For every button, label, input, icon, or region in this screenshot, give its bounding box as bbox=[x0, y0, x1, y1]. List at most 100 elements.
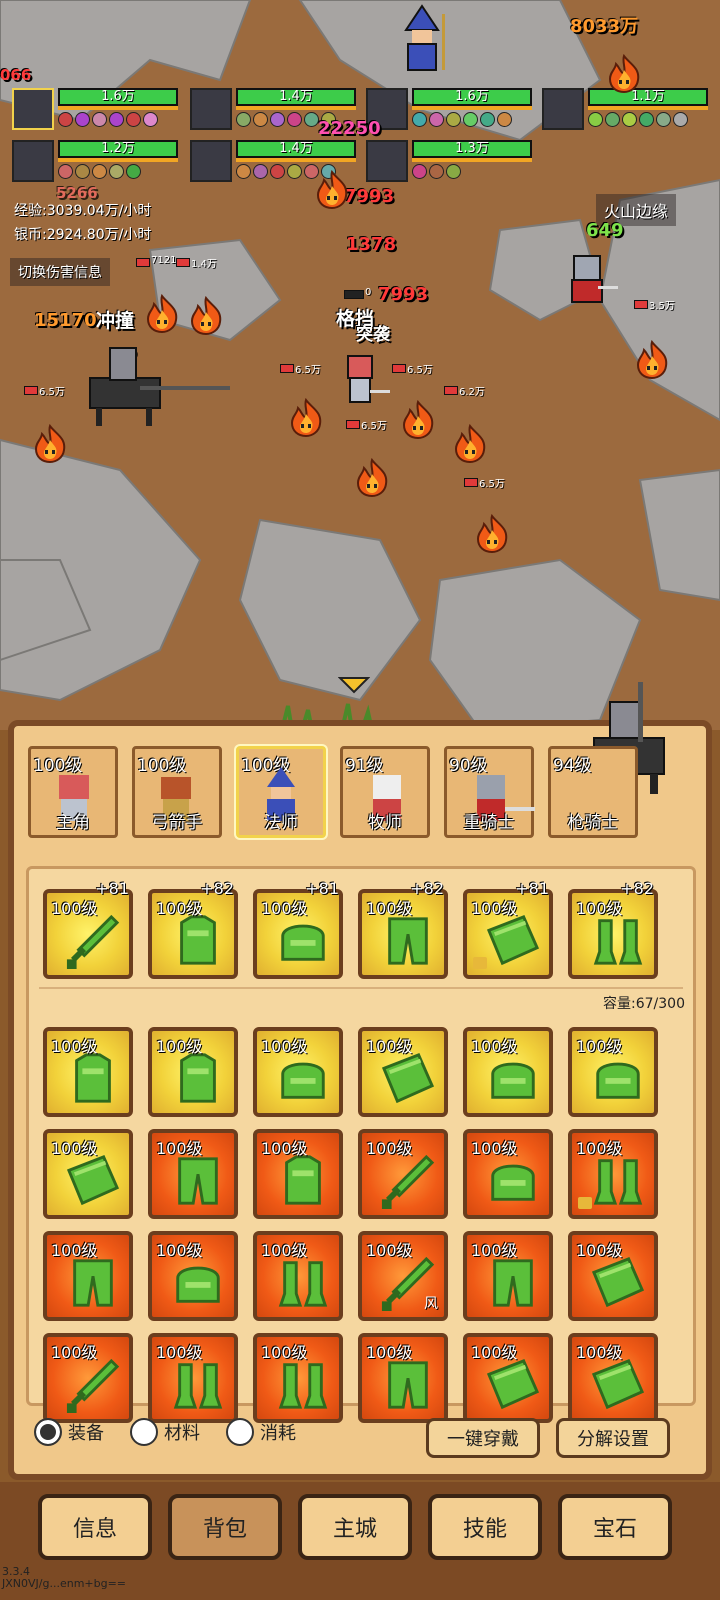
battle-field: 1.6万 1.4万 1.6万 1.1万 1.2万 1.4万 1.3万 经验:30… bbox=[0, 0, 720, 730]
hero-name: 枪骑士 bbox=[567, 813, 619, 833]
damage-number: 22250 bbox=[318, 118, 381, 139]
fire-enemy[interactable] bbox=[450, 424, 490, 464]
item-level: 100级 bbox=[471, 899, 518, 918]
item-slot-bracer[interactable]: 100级 bbox=[568, 1333, 658, 1423]
item-slot-boots[interactable]: 100级 bbox=[253, 1231, 343, 1321]
nav-main-city[interactable]: 主城 bbox=[298, 1494, 412, 1560]
item-slot-helmet[interactable]: 100级 bbox=[148, 1231, 238, 1321]
item-slot-bracer[interactable]: 100级 bbox=[43, 1129, 133, 1219]
helmet-icon bbox=[491, 1062, 535, 1099]
item-slot-boots[interactable]: 100级 +82 bbox=[568, 879, 658, 979]
item-slot-armor[interactable]: 100级 +82 bbox=[148, 879, 238, 979]
item-slot-sword[interactable]: 100级 bbox=[358, 1129, 448, 1219]
hero-card-mage[interactable]: 100级 法师 bbox=[236, 746, 326, 838]
item-slot-boots[interactable]: 100级 bbox=[568, 1129, 658, 1219]
armor-icon bbox=[75, 1053, 111, 1103]
nav-bag[interactable]: 背包 bbox=[168, 1494, 282, 1560]
nav-skills[interactable]: 技能 bbox=[428, 1494, 542, 1560]
fire-enemy[interactable] bbox=[142, 294, 182, 334]
item-slot-sword[interactable]: 100级风 bbox=[358, 1231, 448, 1321]
nav-gems[interactable]: 宝石 bbox=[558, 1494, 672, 1560]
hero-selector: 100级 主角 100级 弓箭手 100级 法师 91级 牧师 90级 重骑士 … bbox=[28, 746, 692, 850]
enhance-level: +81 bbox=[305, 879, 339, 898]
hero-level: 94级 bbox=[553, 756, 592, 776]
party-frame-1[interactable]: 1.6万 bbox=[12, 88, 184, 138]
item-slot-helmet[interactable]: 100级 bbox=[253, 1027, 343, 1117]
filter-materials[interactable]: 材料 bbox=[130, 1418, 200, 1446]
item-slot-bracer[interactable]: 100级 bbox=[568, 1231, 658, 1321]
enemy-hp-bar: 6.2万 bbox=[444, 386, 485, 398]
item-slot-pants[interactable]: 100级 bbox=[463, 1231, 553, 1321]
armor-icon bbox=[285, 1155, 321, 1205]
boots-icon bbox=[593, 919, 643, 965]
item-slot-helmet[interactable]: 100级 bbox=[463, 1129, 553, 1219]
item-slot-boots[interactable]: 100级 bbox=[148, 1333, 238, 1423]
pants-icon bbox=[388, 917, 428, 965]
version-info: 3.3.4 JXN0VJ/g...enm+bg== bbox=[2, 1565, 127, 1590]
equip-all-button[interactable]: 一键穿戴 bbox=[426, 1418, 540, 1458]
lancer-knight-sprite bbox=[89, 347, 230, 426]
buff-icons bbox=[58, 112, 158, 127]
hero-card-lancer[interactable]: 94级 枪骑士 bbox=[548, 746, 638, 838]
hero-card-archer[interactable]: 100级 弓箭手 bbox=[132, 746, 222, 838]
item-slot-armor[interactable]: 100级 bbox=[43, 1027, 133, 1117]
hero-card-heavy-knight[interactable]: 90级 重骑士 bbox=[444, 746, 535, 838]
boots-icon bbox=[278, 1261, 328, 1307]
party-hp-bar: 1.3万 bbox=[412, 140, 532, 158]
filter-equipment[interactable]: 装备 bbox=[34, 1418, 104, 1446]
fire-enemy[interactable] bbox=[30, 424, 70, 464]
item-slot-helmet[interactable]: 100级 bbox=[463, 1027, 553, 1117]
hero-card-protagonist[interactable]: 100级 主角 bbox=[28, 746, 118, 838]
item-slot-bracer[interactable]: 100级 bbox=[358, 1027, 448, 1117]
party-frame-5[interactable]: 1.2万 bbox=[12, 140, 184, 190]
item-level: 100级 bbox=[156, 1343, 203, 1362]
fire-enemy[interactable] bbox=[632, 340, 672, 380]
category-filters: 装备 材料 消耗 bbox=[34, 1418, 296, 1446]
filter-consumables[interactable]: 消耗 bbox=[226, 1418, 296, 1446]
fire-enemy[interactable] bbox=[604, 54, 644, 94]
item-slot-pants[interactable]: 100级 bbox=[148, 1129, 238, 1219]
fire-enemy[interactable] bbox=[312, 170, 352, 210]
buff-icons bbox=[588, 112, 688, 127]
party-frame-3[interactable]: 1.6万 bbox=[366, 88, 538, 138]
item-slot-armor[interactable]: 100级 bbox=[253, 1129, 343, 1219]
fire-enemy[interactable] bbox=[186, 296, 226, 336]
fire-enemy[interactable] bbox=[352, 458, 392, 498]
boots-icon bbox=[278, 1363, 328, 1409]
bag-capacity: 容量:67/300 bbox=[603, 996, 685, 1012]
hero-card-priest[interactable]: 91级 牧师 bbox=[340, 746, 430, 838]
item-slot-bracer[interactable]: 100级 +81 bbox=[463, 879, 553, 979]
item-slot-pants[interactable]: 100级 bbox=[358, 1333, 448, 1423]
boots-icon bbox=[173, 1363, 223, 1409]
item-level: 100级 bbox=[261, 1241, 308, 1260]
party-portrait bbox=[190, 140, 232, 182]
item-level: 100级 bbox=[576, 1241, 623, 1260]
party-frame-7[interactable]: 1.3万 bbox=[366, 140, 538, 190]
enhance-level: +81 bbox=[515, 879, 549, 898]
item-slot-helmet[interactable]: 100级 +81 bbox=[253, 879, 343, 979]
inventory-panel: 100级 主角 100级 弓箭手 100级 法师 91级 牧师 90级 重骑士 … bbox=[8, 682, 712, 1480]
lock-icon bbox=[473, 957, 487, 969]
party-frame-4[interactable]: 1.1万 bbox=[542, 88, 714, 138]
item-slot-sword[interactable]: 100级 +81 bbox=[43, 879, 133, 979]
item-level: 100级 bbox=[366, 1139, 413, 1158]
lock-icon bbox=[578, 1197, 592, 1209]
radio-icon bbox=[130, 1418, 158, 1446]
toggle-damage-button[interactable]: 切换伤害信息 bbox=[10, 258, 110, 286]
item-slot-pants[interactable]: 100级 bbox=[43, 1231, 133, 1321]
fire-enemy[interactable] bbox=[398, 400, 438, 440]
decompose-settings-button[interactable]: 分解设置 bbox=[556, 1418, 670, 1458]
item-slot-boots[interactable]: 100级 bbox=[253, 1333, 343, 1423]
fire-enemy[interactable] bbox=[472, 514, 512, 554]
party-hp-bar: 1.6万 bbox=[412, 88, 532, 106]
item-slot-armor[interactable]: 100级 bbox=[148, 1027, 238, 1117]
party-hp-bar: 1.4万 bbox=[236, 140, 356, 158]
item-slot-bracer[interactable]: 100级 bbox=[463, 1333, 553, 1423]
item-tag: 风 bbox=[424, 1296, 438, 1312]
nav-info[interactable]: 信息 bbox=[38, 1494, 152, 1560]
item-slot-helmet[interactable]: 100级 bbox=[568, 1027, 658, 1117]
fire-enemy[interactable] bbox=[286, 398, 326, 438]
collapse-arrow-icon[interactable] bbox=[338, 674, 370, 694]
item-slot-sword[interactable]: 100级 bbox=[43, 1333, 133, 1423]
item-slot-pants[interactable]: 100级 +82 bbox=[358, 879, 448, 979]
